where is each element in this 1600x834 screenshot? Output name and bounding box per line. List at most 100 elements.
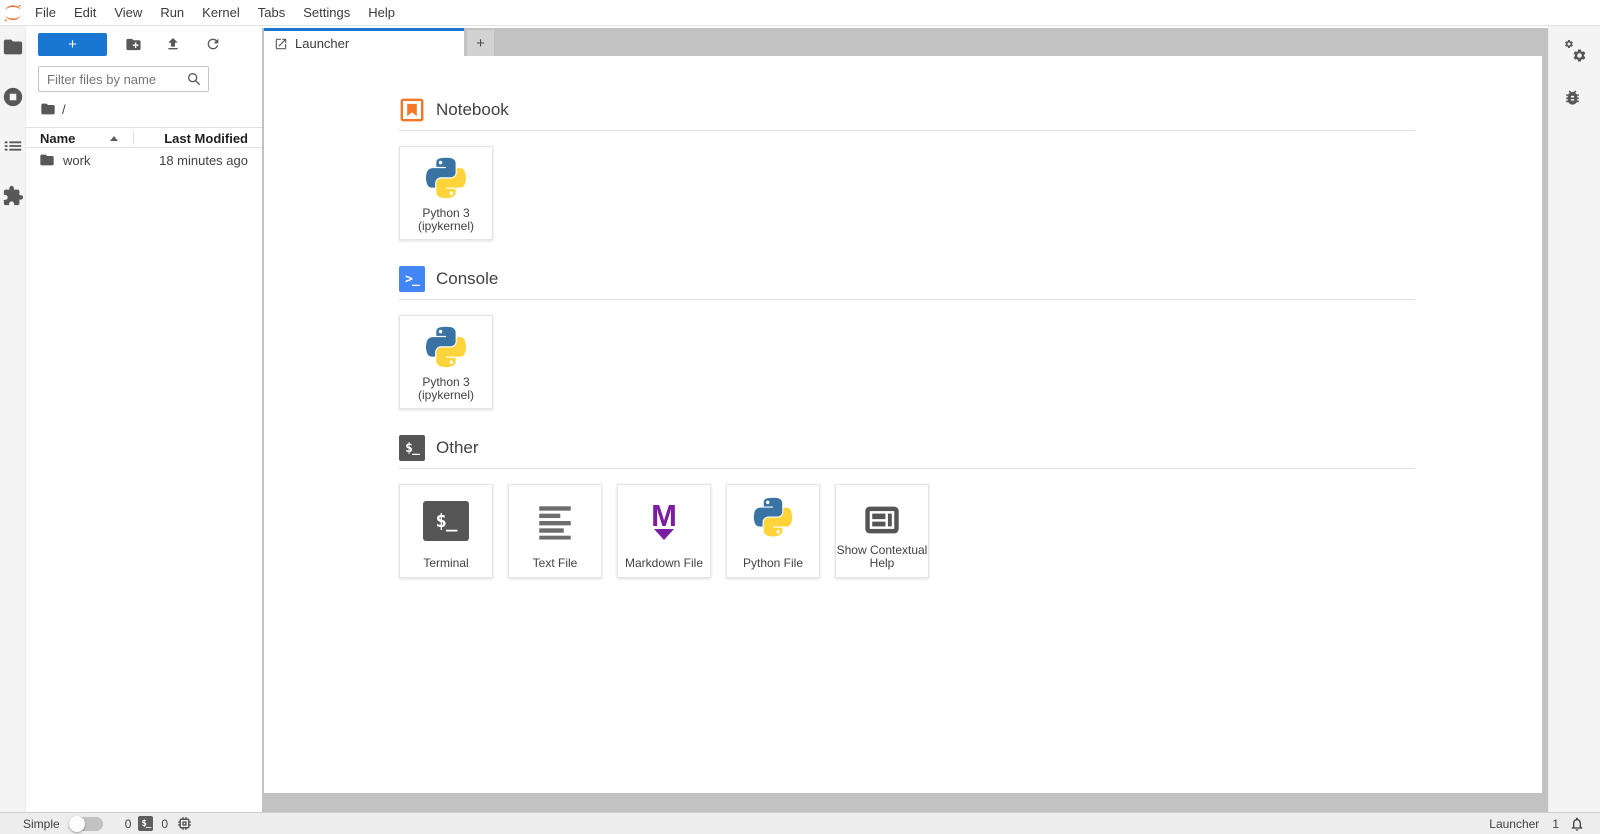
card-show-contextual-help[interactable]: Show Contextual Help <box>835 484 929 578</box>
terminal-status-icon[interactable]: $_ <box>138 816 154 831</box>
running-sessions-icon[interactable] <box>2 86 24 108</box>
bell-icon[interactable] <box>1569 816 1585 832</box>
python-logo-icon <box>749 497 797 545</box>
markdown-arrow <box>653 529 674 540</box>
file-row-work[interactable]: work 18 minutes ago <box>26 149 262 171</box>
filter-files-box <box>38 66 209 92</box>
card-label: Text File <box>532 556 578 570</box>
file-name: work <box>63 152 91 168</box>
toggle-knob <box>68 815 85 832</box>
debugger-button[interactable] <box>1563 88 1587 112</box>
home-folder-icon[interactable] <box>40 101 56 117</box>
sort-ascending-icon <box>110 136 118 141</box>
menu-edit[interactable]: Edit <box>65 0 105 25</box>
card-icon <box>860 495 904 544</box>
tab-launcher-label: Launcher <box>295 36 350 51</box>
terminal-glyph: $_ <box>141 818 151 829</box>
column-header-last-modified[interactable]: Last Modified <box>164 131 248 146</box>
file-list-header: Name Last Modified <box>26 127 262 148</box>
console-glyph: >_ <box>405 271 420 287</box>
section-header-other: $_ Other <box>399 435 1415 469</box>
menu-help[interactable]: Help <box>359 0 404 25</box>
card-label: Markdown File <box>624 556 704 570</box>
card-icon <box>421 326 471 376</box>
markdown-letter: M <box>651 498 677 533</box>
kernels-count: 0 <box>161 816 169 831</box>
section-title: Other <box>436 438 479 457</box>
left-activity-bar <box>0 26 26 812</box>
section-title: Console <box>436 269 499 288</box>
terminal-icon: $_ <box>399 435 425 461</box>
gears-icon <box>1563 39 1587 63</box>
simple-mode-toggle[interactable] <box>68 815 103 832</box>
card-label: Show Contextual Help <box>836 543 928 570</box>
new-folder-button[interactable] <box>113 32 153 56</box>
text-file-icon <box>534 500 576 542</box>
menu-run[interactable]: Run <box>151 0 193 25</box>
file-browser-icon[interactable] <box>2 36 24 58</box>
tab-launcher[interactable]: Launcher <box>264 28 464 56</box>
python-logo-icon <box>421 326 471 376</box>
card-text-file[interactable]: Text File <box>508 484 602 578</box>
file-browser-panel: + / Name Last Modified work 18 minutes a… <box>26 26 262 812</box>
menu-bar: File Edit View Run Kernel Tabs Settings … <box>0 0 1600 26</box>
folder-icon <box>39 152 55 168</box>
card-icon <box>534 495 576 547</box>
current-activity-label: Launcher <box>1489 816 1540 831</box>
file-browser-toolbar: + <box>38 32 254 56</box>
contextual-help-icon <box>860 500 904 540</box>
card-markdown-file[interactable]: M Markdown File <box>617 484 711 578</box>
new-tab-button[interactable]: + <box>467 30 494 56</box>
column-divider <box>133 130 134 145</box>
menu-file[interactable]: File <box>26 0 65 25</box>
new-folder-icon <box>125 36 142 53</box>
kernel-status-icon[interactable] <box>176 815 193 832</box>
dock-panel: Launcher + Notebook Python 3 (ipykernel) <box>262 26 1548 812</box>
plus-icon: + <box>476 34 485 52</box>
card-terminal[interactable]: $_ Terminal <box>399 484 493 578</box>
right-activity-bar <box>1548 26 1600 812</box>
console-cards: Python 3 (ipykernel) <box>399 315 1415 409</box>
console-icon: >_ <box>399 266 425 292</box>
notebook-cards: Python 3 (ipykernel) <box>399 146 1415 240</box>
card-python-file[interactable]: Python File <box>726 484 820 578</box>
upload-button[interactable] <box>153 32 193 56</box>
card-icon: M <box>651 495 677 547</box>
bug-icon <box>1563 88 1582 107</box>
plus-icon: + <box>68 35 77 53</box>
menu-tabs[interactable]: Tabs <box>249 0 294 25</box>
menu-view[interactable]: View <box>105 0 151 25</box>
terminal-glyph: $_ <box>435 510 458 532</box>
breadcrumb: / <box>40 100 66 118</box>
status-bar-right: Launcher 1 <box>1489 816 1585 832</box>
menu-kernel[interactable]: Kernel <box>193 0 249 25</box>
card-icon <box>749 495 797 547</box>
card-notebook-python3[interactable]: Python 3 (ipykernel) <box>399 146 493 240</box>
card-icon <box>421 157 471 207</box>
property-inspector-button[interactable] <box>1563 39 1587 63</box>
breadcrumb-root: / <box>62 101 66 117</box>
column-header-name[interactable]: Name <box>40 131 75 146</box>
terminal-glyph: $_ <box>405 440 420 456</box>
new-launcher-button[interactable]: + <box>38 32 107 56</box>
search-icon <box>186 71 202 87</box>
python-logo-icon <box>421 157 471 207</box>
filter-files-input[interactable] <box>39 71 186 87</box>
menu-settings[interactable]: Settings <box>294 0 359 25</box>
launcher-body: Notebook Python 3 (ipykernel) >_ Console <box>264 56 1542 793</box>
tab-bar: Launcher + <box>264 28 1548 56</box>
extension-manager-icon[interactable] <box>2 185 24 207</box>
section-title: Notebook <box>436 100 509 119</box>
section-header-notebook: Notebook <box>399 97 1415 131</box>
section-header-console: >_ Console <box>399 266 1415 300</box>
launcher-tab-icon <box>274 37 288 51</box>
simple-mode-label: Simple <box>23 816 60 831</box>
card-label: Python 3 (ipykernel) <box>417 206 474 233</box>
card-label: Python File <box>742 556 804 570</box>
other-cards: $_ Terminal Text File M Markdown File Py… <box>399 484 1415 578</box>
notebook-icon <box>399 97 425 123</box>
refresh-button[interactable] <box>193 32 233 56</box>
card-console-python3[interactable]: Python 3 (ipykernel) <box>399 315 493 409</box>
table-of-contents-icon[interactable] <box>2 135 24 157</box>
refresh-icon <box>205 36 221 52</box>
